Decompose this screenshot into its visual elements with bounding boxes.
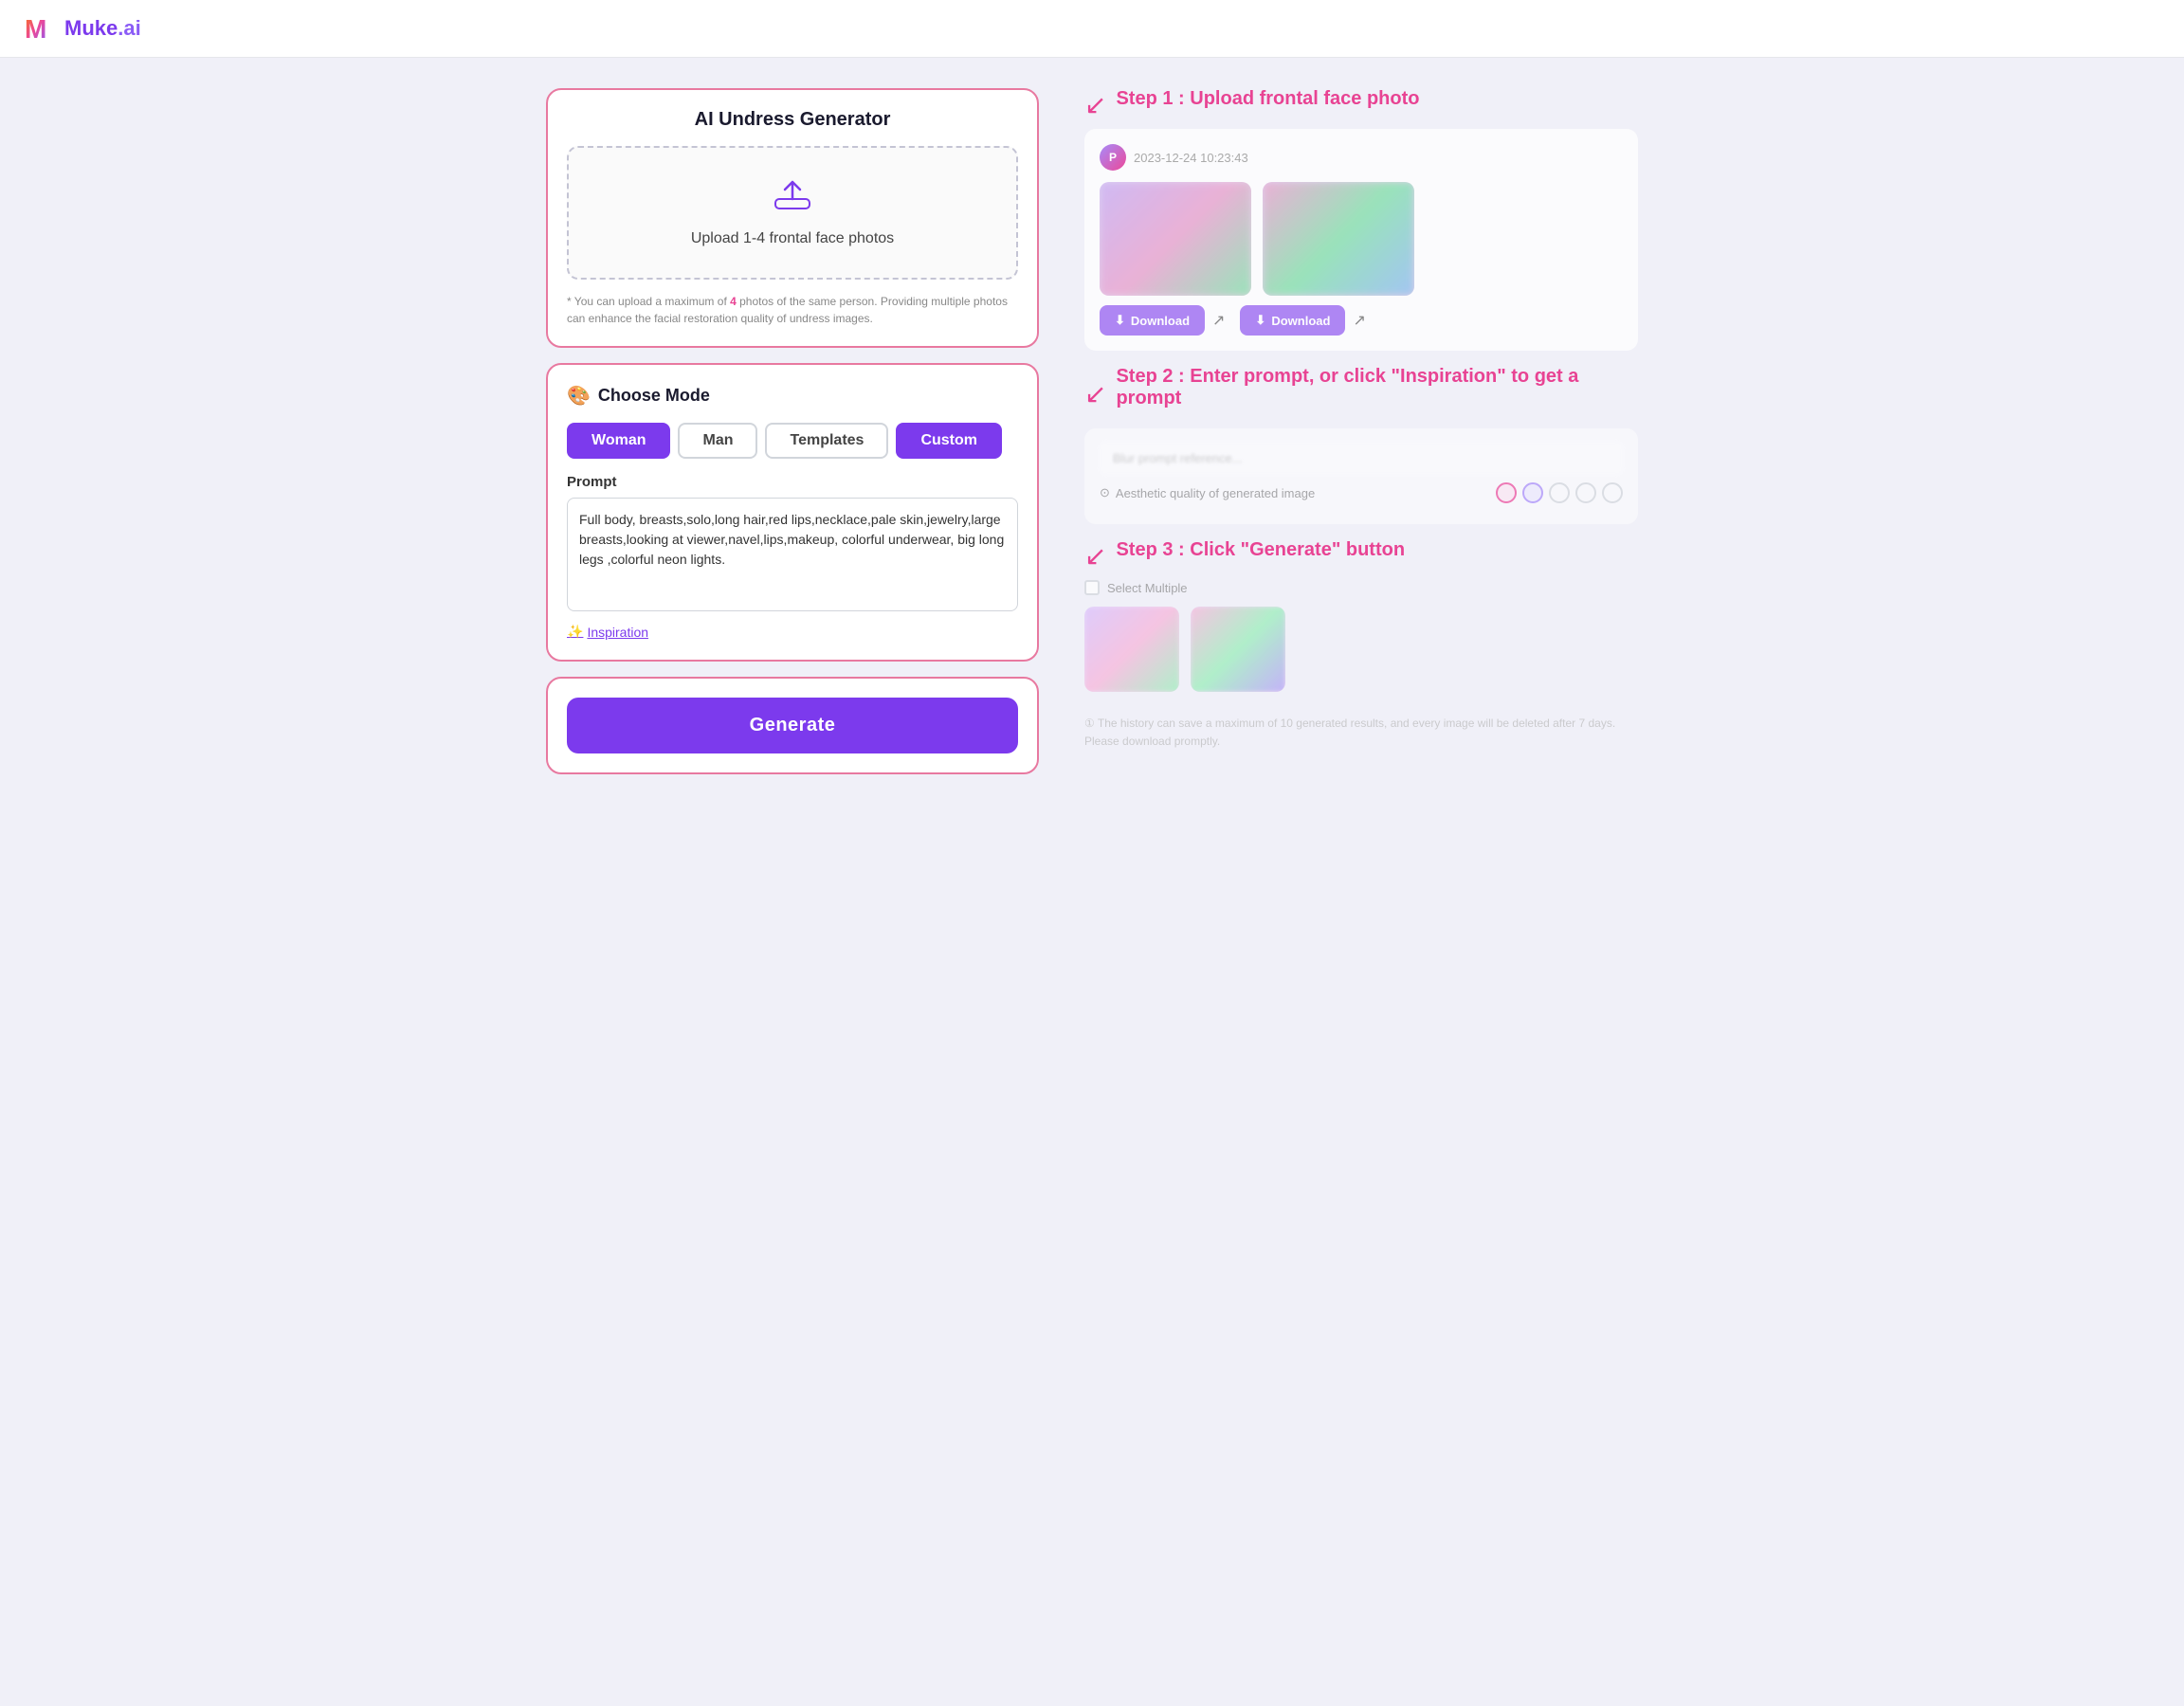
mode-btn-templates[interactable]: Templates: [765, 423, 888, 459]
step3-label: Step 3 : Click "Generate" button: [1116, 539, 1405, 561]
step2-row: ↙ Step 2 : Enter prompt, or click "Inspi…: [1084, 366, 1638, 421]
logo-text: Muke.ai: [64, 16, 141, 41]
download-icon-2: ⬇: [1255, 313, 1265, 328]
result-header: P 2023-12-24 10:23:43: [1100, 144, 1623, 171]
prompt-textarea[interactable]: Full body, breasts,solo,long hair,red li…: [567, 498, 1018, 611]
generate-button[interactable]: Generate: [567, 698, 1018, 753]
select-multiple-row: Select Multiple: [1084, 580, 1638, 595]
gallery-row: [1084, 607, 1638, 692]
timestamp: 2023-12-24 10:23:43: [1134, 151, 1248, 165]
mode-buttons: Woman Man Templates Custom: [567, 423, 1018, 459]
result-image-2: [1263, 182, 1414, 296]
select-multiple-label: Select Multiple: [1107, 581, 1188, 595]
gallery-image-2: [1191, 607, 1285, 692]
step3-arrow: ↙: [1084, 540, 1106, 572]
step2-arrow: ↙: [1084, 378, 1106, 409]
mode-card: 🎨 Choose Mode Woman Man Templates Custom…: [546, 363, 1039, 662]
blurred-input: Blur prompt reference...: [1100, 442, 1623, 475]
quality-options: [1496, 482, 1623, 503]
step2-label: Step 2 : Enter prompt, or click "Inspira…: [1116, 366, 1638, 409]
share-btn-2[interactable]: ↗: [1353, 311, 1365, 330]
avatar: P: [1100, 144, 1126, 171]
footer-note: ① The history can save a maximum of 10 g…: [1084, 715, 1638, 751]
header: M Muke.ai: [0, 0, 2184, 58]
step1-label: Step 1 : Upload frontal face photo: [1116, 88, 1419, 110]
logo: M Muke.ai: [23, 11, 141, 45]
quality-dot-5[interactable]: [1602, 482, 1623, 503]
result-actions-1: ⬇ Download ↗ ⬇ Download ↗: [1100, 305, 1623, 336]
upload-max-number: 4: [730, 295, 737, 308]
share-btn-1[interactable]: ↗: [1212, 311, 1225, 330]
download-btn-2[interactable]: ⬇ Download: [1240, 305, 1345, 336]
main-layout: AI Undress Generator Upload 1-4 frontal …: [523, 58, 1661, 805]
right-panel: ↙ Step 1 : Upload frontal face photo P 2…: [1039, 88, 1638, 751]
prompt-label: Prompt: [567, 474, 1018, 490]
upload-text: Upload 1-4 frontal face photos: [588, 230, 997, 247]
mode-btn-woman[interactable]: Woman: [567, 423, 670, 459]
generate-card: Generate: [546, 677, 1039, 774]
upload-card-title: AI Undress Generator: [567, 109, 1018, 131]
download-icon-1: ⬇: [1115, 313, 1125, 328]
quality-row: ⊙ Aesthetic quality of generated image: [1100, 482, 1623, 503]
upload-area[interactable]: Upload 1-4 frontal face photos: [567, 146, 1018, 280]
logo-icon: M: [23, 11, 57, 45]
step3-row: ↙ Step 3 : Click "Generate" button: [1084, 539, 1638, 572]
step1-row: ↙ Step 1 : Upload frontal face photo: [1084, 88, 1638, 121]
quality-section: Blur prompt reference... ⊙ Aesthetic qua…: [1084, 428, 1638, 524]
quality-dot-4[interactable]: [1575, 482, 1596, 503]
quality-icon: ⊙: [1100, 485, 1110, 500]
svg-text:M: M: [25, 14, 46, 44]
quality-dot-1[interactable]: [1496, 482, 1517, 503]
mode-title: 🎨 Choose Mode: [567, 384, 1018, 408]
inspiration-link[interactable]: ✨ Inspiration: [567, 624, 648, 640]
download-btn-1[interactable]: ⬇ Download: [1100, 305, 1205, 336]
mode-icon: 🎨: [567, 384, 591, 408]
gallery-image-1: [1084, 607, 1179, 692]
result-images: [1100, 182, 1623, 296]
step1-arrow: ↙: [1084, 89, 1106, 120]
upload-note: * You can upload a maximum of 4 photos o…: [567, 293, 1018, 327]
quality-dot-2[interactable]: [1522, 482, 1543, 503]
result-image-1: [1100, 182, 1251, 296]
mode-btn-custom[interactable]: Custom: [896, 423, 1002, 459]
select-multiple-checkbox[interactable]: [1084, 580, 1100, 595]
inspiration-icon: ✨: [567, 624, 583, 640]
upload-card: AI Undress Generator Upload 1-4 frontal …: [546, 88, 1039, 348]
quality-label: ⊙ Aesthetic quality of generated image: [1100, 485, 1315, 500]
quality-dot-3[interactable]: [1549, 482, 1570, 503]
result-section-1: P 2023-12-24 10:23:43 ⬇ Download ↗ ⬇: [1084, 129, 1638, 351]
left-panel: AI Undress Generator Upload 1-4 frontal …: [546, 88, 1039, 774]
upload-icon: [588, 178, 997, 221]
mode-btn-man[interactable]: Man: [678, 423, 757, 459]
